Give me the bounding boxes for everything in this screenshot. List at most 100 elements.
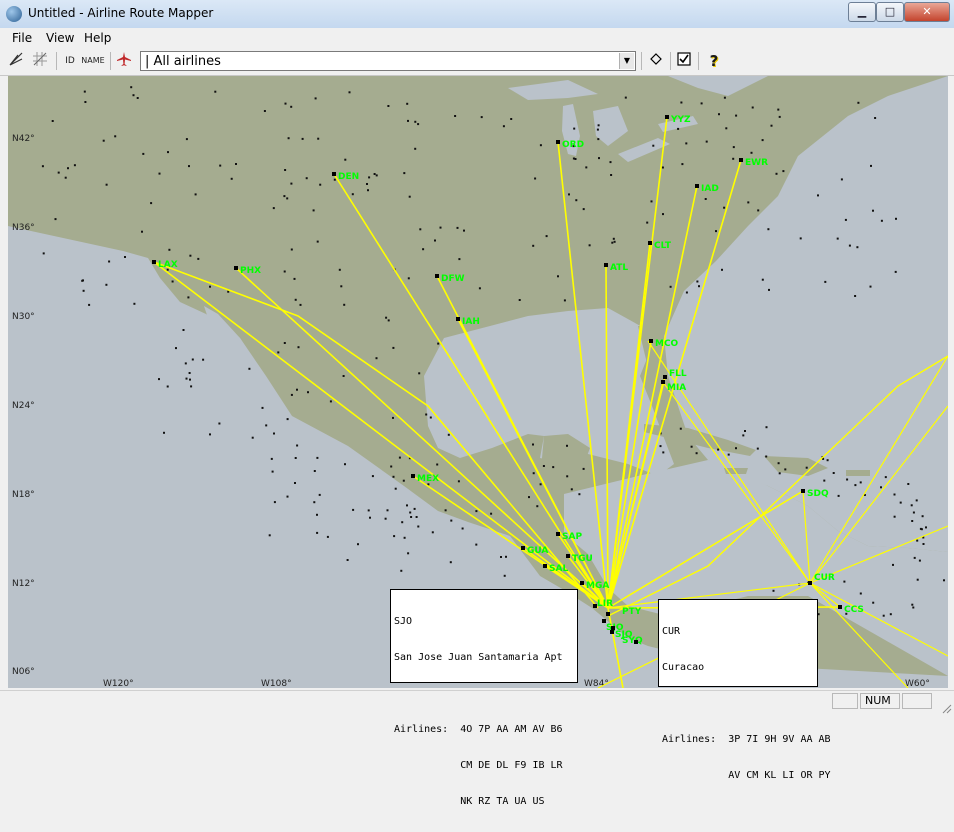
- airport-marker[interactable]: [556, 532, 560, 536]
- menu-file[interactable]: File: [12, 31, 32, 45]
- airport-label-pty[interactable]: PTY: [622, 607, 642, 617]
- city-dot: [912, 606, 915, 609]
- airport-marker[interactable]: [435, 274, 439, 278]
- city-dot: [286, 495, 289, 498]
- airport-marker[interactable]: [649, 339, 653, 343]
- city-dot: [893, 515, 896, 518]
- resize-grip-icon[interactable]: [942, 699, 952, 714]
- city-dot: [369, 516, 371, 519]
- airport-marker[interactable]: [580, 581, 584, 585]
- puerto-rico: [846, 470, 870, 476]
- city-dot: [475, 543, 478, 546]
- airport-marker[interactable]: [663, 375, 667, 379]
- airplane-icon[interactable]: [114, 51, 134, 71]
- airport-marker[interactable]: [634, 640, 638, 644]
- airport-marker[interactable]: [610, 630, 614, 634]
- airport-marker[interactable]: [838, 605, 842, 609]
- airport-marker[interactable]: [521, 546, 525, 550]
- city-dot: [108, 260, 111, 263]
- airport-label-iah[interactable]: IAH: [462, 317, 480, 327]
- airport-marker[interactable]: [661, 380, 665, 384]
- checkbox-icon[interactable]: [674, 51, 694, 71]
- airport-marker[interactable]: [695, 184, 699, 188]
- airport-marker[interactable]: [665, 115, 669, 119]
- city-dot: [141, 230, 143, 233]
- city-dot: [823, 479, 826, 482]
- airport-label-gua[interactable]: GUA: [527, 546, 548, 556]
- city-dot: [329, 400, 332, 403]
- airport-label-fll[interactable]: FLL: [669, 369, 687, 379]
- city-dot: [301, 137, 304, 140]
- help-icon[interactable]: ?: [704, 51, 724, 71]
- airport-label-sal[interactable]: SAL: [549, 564, 568, 574]
- airport-marker[interactable]: [808, 581, 812, 585]
- airport-label-phx[interactable]: PHX: [240, 266, 261, 276]
- airport-label-sap[interactable]: SAP: [562, 532, 582, 542]
- menu-view[interactable]: View: [46, 31, 74, 45]
- draw-routes-icon[interactable]: [6, 51, 26, 71]
- airport-marker[interactable]: [606, 612, 610, 616]
- airport-label-ewr[interactable]: EWR: [745, 158, 768, 168]
- airport-marker[interactable]: [456, 317, 460, 321]
- diamond-icon[interactable]: [646, 51, 666, 71]
- route-map[interactable]: N42° N36° N30° N24° N18° N12° N06° W120° W108° W8…: [8, 76, 949, 807]
- airport-label-tgu[interactable]: TGU: [572, 554, 593, 564]
- airport-label-mia[interactable]: MIA: [667, 383, 686, 393]
- airport-label-mex[interactable]: MEX: [417, 474, 439, 484]
- airport-label-syq[interactable]: SYQ: [622, 636, 643, 646]
- city-dot: [403, 536, 406, 539]
- title-bar: Untitled - Airline Route Mapper ▁ □ ✕: [0, 0, 954, 29]
- city-dot: [552, 466, 555, 469]
- city-dot: [175, 347, 177, 350]
- airport-marker[interactable]: [648, 241, 652, 245]
- city-dot: [167, 151, 169, 154]
- airport-label-sdq[interactable]: SDQ: [807, 489, 829, 499]
- city-dot: [685, 142, 688, 145]
- city-dot: [158, 172, 161, 175]
- airport-label-iad[interactable]: IAD: [701, 184, 719, 194]
- airport-label-mco[interactable]: MCO: [655, 339, 679, 349]
- chevron-down-icon[interactable]: ▼: [619, 53, 634, 69]
- close-button[interactable]: ✕: [904, 2, 950, 22]
- city-dot: [588, 244, 591, 247]
- menu-help[interactable]: Help: [84, 31, 111, 45]
- city-dot: [869, 285, 872, 288]
- show-name-button[interactable]: NAME: [80, 51, 106, 71]
- airport-label-lax[interactable]: LAX: [158, 260, 178, 270]
- minimize-button[interactable]: ▁: [848, 2, 876, 22]
- city-dot: [895, 217, 897, 220]
- grid-lines-icon[interactable]: [30, 51, 50, 71]
- airport-marker[interactable]: [604, 263, 608, 267]
- airline-filter-select[interactable]: | All airlines ▼: [140, 51, 636, 71]
- latitude-label: N12°: [12, 579, 35, 589]
- airport-label-den[interactable]: DEN: [338, 172, 359, 182]
- airport-label-dfw[interactable]: DFW: [441, 274, 465, 284]
- city-dot: [136, 97, 139, 99]
- airport-marker[interactable]: [152, 260, 156, 264]
- airport-label-yyz[interactable]: YYZ: [670, 115, 691, 125]
- airport-label-clt[interactable]: CLT: [654, 241, 672, 251]
- latitude-label: N18°: [12, 490, 35, 500]
- city-dot: [384, 517, 387, 520]
- airport-marker[interactable]: [566, 554, 570, 558]
- airport-marker[interactable]: [411, 474, 415, 478]
- airport-label-mga[interactable]: MGA: [586, 581, 609, 591]
- city-dot: [539, 144, 542, 147]
- airport-label-atl[interactable]: ATL: [610, 263, 628, 273]
- airport-marker[interactable]: [801, 489, 805, 493]
- city-dot: [566, 475, 569, 478]
- city-dot: [400, 569, 403, 572]
- maximize-button[interactable]: □: [876, 2, 904, 22]
- airport-label-ccs[interactable]: CCS: [844, 605, 864, 615]
- airport-marker[interactable]: [234, 266, 238, 270]
- city-dot: [725, 127, 728, 130]
- airport-marker[interactable]: [739, 158, 743, 162]
- airport-label-ord[interactable]: ORD: [562, 140, 584, 150]
- airport-label-lir[interactable]: LIR: [597, 599, 613, 609]
- show-id-button[interactable]: ID: [60, 51, 80, 71]
- city-dot: [744, 430, 746, 432]
- airport-marker[interactable]: [332, 172, 336, 176]
- airport-label-cur[interactable]: CUR: [814, 573, 835, 583]
- airport-marker[interactable]: [556, 140, 560, 144]
- airport-marker[interactable]: [543, 564, 547, 568]
